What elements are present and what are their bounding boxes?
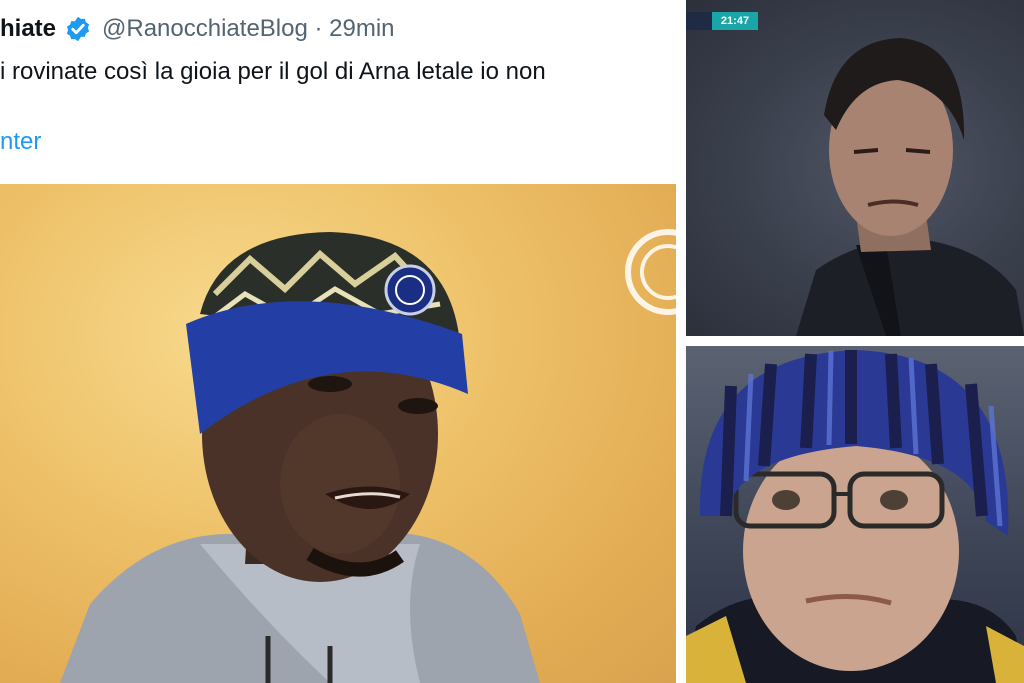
scoreboard: 21:47 [686, 12, 758, 30]
club-logo-icon [625, 229, 676, 315]
tweet-header: hiate @RanocchiateBlog · 29min [0, 12, 395, 46]
photo-player-beanie [0, 184, 676, 683]
photo-fan-glasses [686, 346, 1024, 683]
tweet-card: hiate @RanocchiateBlog · 29min i rovinat… [0, 0, 676, 184]
player-illustration [60, 229, 676, 683]
scoreboard-team [686, 12, 712, 30]
fan-illustration [686, 350, 1024, 683]
tweet-display-name[interactable]: hiate [0, 15, 56, 43]
coach-illustration [796, 38, 1024, 336]
tweet-text: i rovinate così la gioia per il gol di A… [0, 58, 546, 85]
tweet-handle-time[interactable]: @RanocchiateBlog · 29min [102, 15, 395, 43]
photo-coach: 21:47 [686, 0, 1024, 336]
verified-badge-icon [66, 16, 90, 42]
scoreboard-clock: 21:47 [712, 12, 758, 30]
tweet-link[interactable]: nter [0, 128, 41, 156]
